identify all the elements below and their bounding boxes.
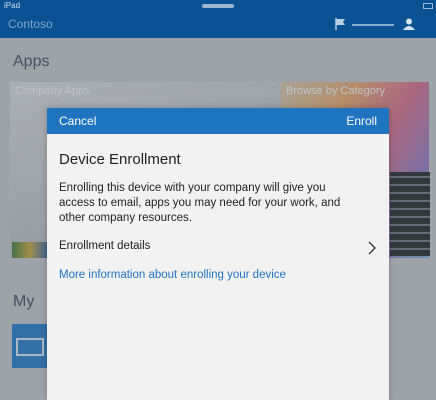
brand-name: Contoso [8, 17, 53, 31]
dialog-title: Device Enrollment [59, 151, 181, 168]
enroll-button[interactable]: Enroll [346, 114, 377, 128]
app-header: Contoso [0, 12, 436, 38]
header-divider [352, 24, 394, 26]
enrollment-details-row[interactable]: Enrollment details [47, 238, 389, 258]
enrollment-dialog: Cancel Enroll Device Enrollment Enrollin… [47, 108, 389, 400]
dialog-description: Enrolling this device with your company … [59, 182, 341, 224]
flag-icon[interactable] [334, 17, 348, 31]
more-info-link[interactable]: More information about enrolling your de… [59, 269, 286, 281]
dialog-toolbar: Cancel Enroll [47, 108, 389, 134]
chevron-right-icon [368, 241, 376, 255]
user-icon[interactable] [402, 17, 416, 31]
cancel-button[interactable]: Cancel [59, 114, 96, 128]
battery-icon [423, 3, 433, 9]
status-bar: iPad [0, 0, 436, 12]
device-name: iPad [4, 1, 21, 10]
status-indicator [202, 4, 234, 8]
enrollment-details-label: Enrollment details [59, 240, 151, 252]
